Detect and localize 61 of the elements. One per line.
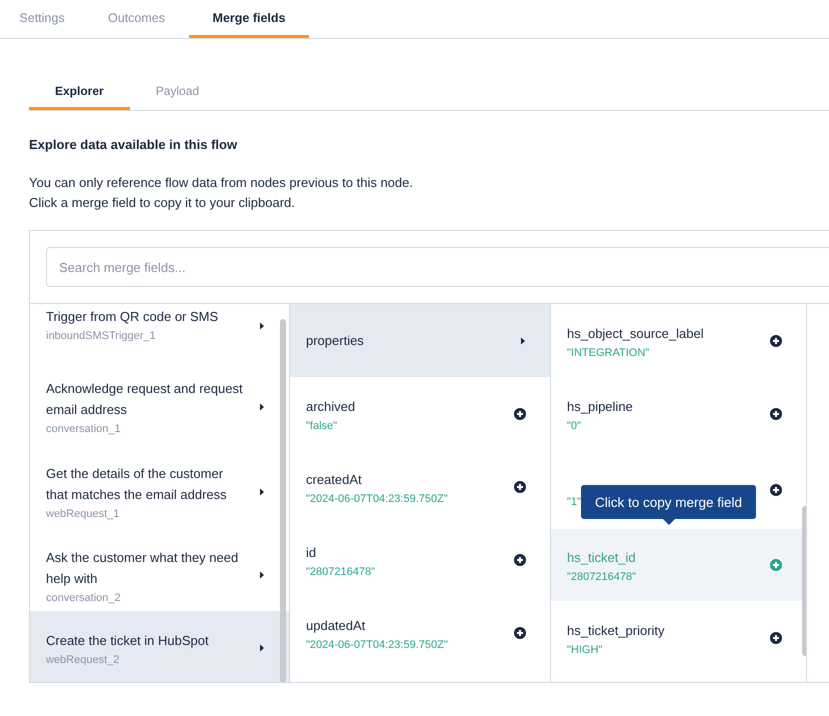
caret-icon [259, 644, 265, 652]
search-field[interactable]: Search merge fields... [46, 247, 829, 287]
add-icon[interactable] [770, 334, 782, 346]
field-name: hs_ticket_priority [567, 622, 665, 640]
field-name: createdAt [306, 470, 363, 488]
step-title: Trigger from QR code or SMS [46, 308, 218, 326]
section-heading: Explore data available in this flow [29, 137, 238, 152]
merge-field-item[interactable]: updatedAt "2024-06-07T04:23:59.750Z" [290, 596, 550, 669]
field-name: hs_pipeline [567, 398, 633, 416]
merge-field-item[interactable]: createdAt "2024-06-07T04:23:59.750Z" [290, 450, 550, 523]
field-value: "2024-06-07T04:23:59.750Z" [306, 638, 448, 650]
caret-icon [259, 488, 265, 496]
field-value: "1" [567, 496, 581, 508]
tab[interactable]: Merge fields [189, 0, 309, 38]
scrollbar[interactable] [280, 319, 286, 682]
field-name: hs_object_source_label [567, 324, 704, 343]
field-value: "2807216478" [567, 571, 636, 583]
add-icon[interactable] [514, 554, 526, 566]
caret-icon [259, 402, 265, 410]
field-name: hs_ticket_id [567, 549, 636, 567]
description-text: Click a merge field to copy it to your clipboard. [29, 194, 296, 212]
add-icon[interactable] [770, 632, 782, 644]
flow-step-item[interactable]: Ask the customer what they need help with conversation_2 [30, 539, 289, 611]
flow-step-item[interactable]: Create the ticket in HubSpot webRequest_2 [30, 611, 289, 682]
step-id: webRequest_2 [46, 654, 120, 666]
step-title: Create the ticket in HubSpot [46, 632, 209, 650]
field-value: "HIGH" [567, 644, 604, 656]
merge-field-item[interactable]: properties [290, 304, 550, 377]
flow-step-item[interactable]: Acknowledge request and request email address conversation_1 [30, 369, 289, 444]
caret-icon [259, 322, 265, 330]
field-value: "INTEGRATION" [567, 346, 650, 358]
field-value: "0" [567, 420, 582, 432]
description-text: You can only reference flow data from nodes previous to this node. [29, 174, 414, 192]
step-id: conversation_2 [46, 592, 122, 604]
caret-icon [259, 571, 265, 579]
caret-icon [520, 336, 526, 344]
field-name: id [306, 544, 318, 562]
add-icon[interactable] [514, 480, 526, 492]
step-title: Get the details of the customer that matches the email address [46, 465, 228, 504]
tab[interactable]: Explorer [29, 75, 130, 110]
step-id: inboundSMSTrigger_1 [46, 330, 157, 342]
field-name: updatedAt [306, 616, 366, 635]
merge-field-item[interactable]: id "2807216478" [290, 523, 550, 596]
flow-step-item[interactable]: Trigger from QR code or SMS inboundSMSTrigger_1 [30, 304, 289, 369]
field-value: "2807216478" [306, 566, 375, 578]
flow-step-item[interactable]: Get the details of the customer that matches the email address webRequest_1 [30, 444, 289, 539]
add-icon[interactable] [770, 484, 782, 496]
field-name: properties [306, 332, 364, 350]
tooltip-pointer-icon [662, 519, 675, 525]
field-value: "false" [306, 420, 338, 432]
field-value: "2024-06-07T04:23:59.750Z" [306, 492, 448, 504]
step-title: Acknowledge request and request email address [46, 380, 244, 419]
tooltip: Click to copy merge field [581, 485, 756, 519]
step-title: Ask the customer what they need help with [46, 548, 240, 588]
step-id: webRequest_1 [46, 508, 120, 520]
add-icon[interactable] [514, 408, 526, 420]
step-id: conversation_1 [46, 423, 122, 435]
add-icon[interactable] [514, 626, 526, 638]
field-name: archived [306, 398, 356, 416]
add-icon[interactable] [770, 408, 782, 420]
merge-field-item[interactable]: archived "false" [290, 377, 550, 450]
